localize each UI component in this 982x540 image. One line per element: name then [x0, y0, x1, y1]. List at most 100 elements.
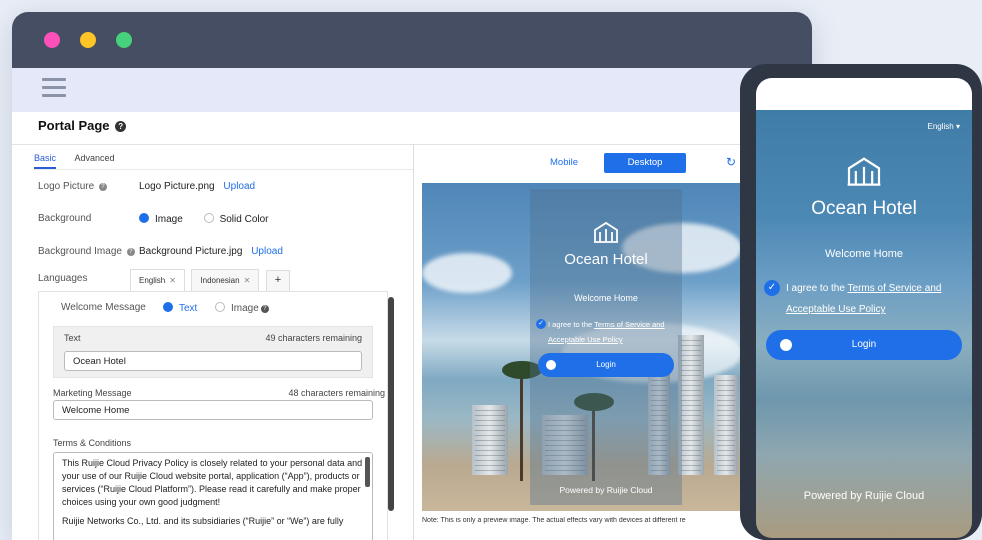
tab-basic[interactable]: Basic [34, 153, 57, 169]
settings-panel: Basic Advanced Logo Picture ? Logo Pictu… [12, 144, 414, 540]
background-options: Image Solid Color [139, 213, 269, 225]
background-image-label-text: Background Image [38, 246, 122, 257]
background-label: Background [38, 213, 92, 224]
login-icon [546, 360, 556, 370]
language-selector[interactable]: English ▾ [928, 122, 960, 131]
tab-divider [34, 169, 413, 170]
terms-textarea[interactable]: This Ruijie Cloud Privacy Policy is clos… [53, 452, 373, 540]
terms-agreement: ✓ I agree to the Terms of Service and Ac… [534, 317, 678, 347]
building-shape [714, 375, 738, 475]
logo-file-name: Logo Picture.png [139, 181, 215, 192]
hotel-logo-icon [594, 221, 618, 243]
close-icon[interactable]: ✕ [244, 276, 251, 285]
terms-scrollbar[interactable] [365, 457, 370, 487]
welcome-image-radio[interactable]: Image? [215, 302, 269, 314]
terms-label: Terms & Conditions [53, 438, 132, 448]
agree-prefix: I agree to the [786, 283, 848, 294]
aup-link[interactable]: Acceptable Use Policy [548, 335, 623, 344]
radio-selected-icon [163, 302, 173, 312]
powered-by-text: Powered by Ruijie Cloud [803, 490, 925, 502]
help-icon[interactable]: ? [115, 121, 127, 132]
preview-note: Note: This is only a preview image. The … [422, 517, 686, 524]
radio-selected-icon [139, 213, 149, 223]
cloud-shape [422, 253, 512, 293]
background-image-radio[interactable]: Image [139, 213, 183, 225]
minimize-window-dot[interactable] [80, 32, 96, 48]
welcome-text: Welcome Home [574, 293, 638, 303]
hotel-name: Ocean Hotel [564, 251, 648, 268]
building-shape [472, 405, 508, 475]
refresh-icon[interactable]: ↻ [726, 155, 736, 169]
welcome-text: Welcome Home [824, 248, 904, 260]
background-image-value: Background Picture.jpg Upload [139, 246, 283, 257]
radio-unselected-icon [203, 213, 214, 223]
palm-trunk [520, 371, 523, 481]
marketing-remaining-count: 48 characters remaining [288, 388, 385, 398]
logo-upload-link[interactable]: Upload [223, 181, 255, 192]
marketing-message-input[interactable]: Welcome Home [53, 400, 373, 420]
desktop-preview-image: Ocean Hotel Welcome Home ✓ I agree to th… [422, 183, 744, 511]
logo-picture-label-text: Logo Picture [38, 181, 95, 192]
page-title-text: Portal Page [38, 118, 110, 133]
info-icon[interactable]: ? [260, 305, 269, 313]
close-icon[interactable]: ✕ [169, 276, 176, 285]
language-tab-label: Indonesian [200, 276, 240, 285]
panel-scrollbar[interactable] [388, 297, 394, 511]
info-icon[interactable]: ? [126, 248, 135, 256]
language-tab-indonesian[interactable]: Indonesian ✕ [191, 269, 260, 291]
terms-link[interactable]: Terms of Service and [848, 283, 942, 294]
terms-link[interactable]: Terms of Service and [594, 320, 664, 329]
logo-picture-value: Logo Picture.png Upload [139, 181, 255, 192]
checkbox-checked-icon[interactable]: ✓ [536, 319, 546, 329]
hotel-name: Ocean Hotel [811, 198, 917, 219]
login-icon [780, 339, 792, 351]
welcome-text-radio[interactable]: Text [163, 302, 197, 314]
background-file-name: Background Picture.jpg [139, 246, 243, 257]
agree-prefix: I agree to the [548, 320, 595, 329]
page-title: Portal Page ? [38, 118, 127, 133]
desktop-preview-button[interactable]: Desktop [604, 153, 686, 173]
login-overlay: Ocean Hotel Welcome Home ✓ I agree to th… [530, 189, 682, 505]
welcome-message-label: Welcome Message [61, 302, 146, 313]
background-upload-link[interactable]: Upload [251, 246, 283, 257]
background-solid-radio[interactable]: Solid Color [203, 213, 269, 225]
background-image-label: Background Image ? [38, 246, 135, 257]
close-window-dot[interactable] [44, 32, 60, 48]
info-icon[interactable]: ? [98, 183, 107, 191]
powered-by-text: Powered by Ruijie Cloud [559, 485, 653, 495]
login-label: Login [596, 360, 616, 369]
settings-tabs: Basic Advanced [34, 153, 131, 169]
maximize-window-dot[interactable] [116, 32, 132, 48]
browser-window: Portal Page ? Basic Advanced Logo Pictur… [12, 12, 812, 540]
terms-agreement: ✓ I agree to the Terms of Service and Ac… [764, 278, 968, 320]
tab-advanced[interactable]: Advanced [75, 153, 115, 167]
languages-label: Languages [38, 273, 88, 284]
background-solid-label: Solid Color [219, 214, 269, 225]
marketing-message-label: Marketing Message [53, 388, 132, 398]
mobile-preview-button[interactable]: Mobile [534, 153, 594, 173]
welcome-image-option: Image [231, 303, 259, 314]
phone-mockup: English ▾ Ocean Hotel Welcome Home ✓ I a… [740, 64, 982, 540]
background-image-label: Image [155, 214, 183, 225]
terms-text-continued: Ruijie Networks Co., Ltd. and its subsid… [62, 516, 344, 526]
text-field-label: Text [64, 333, 81, 343]
login-label: Login [851, 339, 877, 350]
login-button[interactable]: Login [766, 330, 962, 360]
checkbox-checked-icon[interactable]: ✓ [764, 280, 780, 296]
add-language-button[interactable]: + [265, 270, 291, 292]
language-tabs: English ✕ Indonesian ✕ + [130, 269, 292, 292]
hamburger-menu-icon[interactable] [42, 78, 66, 98]
aup-link[interactable]: Acceptable Use Policy [786, 304, 886, 315]
window-titlebar [12, 12, 812, 68]
welcome-text-panel: Text 49 characters remaining Ocean Hotel [53, 326, 373, 378]
welcome-text-input[interactable]: Ocean Hotel [64, 351, 362, 371]
hotel-logo-icon [847, 157, 881, 186]
welcome-text-option: Text [179, 303, 198, 314]
language-tab-english[interactable]: English ✕ [130, 269, 185, 291]
top-menubar [12, 68, 812, 112]
login-button[interactable]: Login [538, 353, 674, 377]
language-tab-label: English [139, 276, 166, 285]
radio-unselected-icon [215, 302, 225, 312]
logo-picture-label: Logo Picture ? [38, 181, 107, 192]
language-content: Welcome Message Text Image? Text 49 char… [38, 291, 388, 540]
